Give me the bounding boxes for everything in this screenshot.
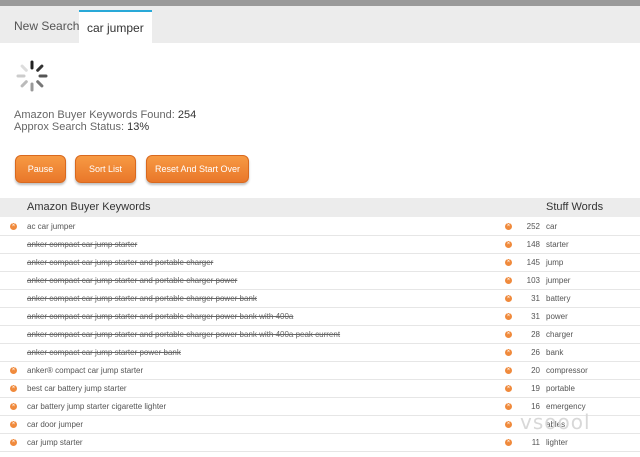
remove-word-icon[interactable]: × — [505, 295, 512, 302]
table-header: Amazon Buyer Keywords Stuff Words — [0, 198, 640, 217]
keyword-text[interactable]: car battery jump starter cigarette light… — [27, 398, 166, 415]
word-count: 145 — [526, 258, 540, 267]
word-count: 103 — [526, 276, 540, 285]
keyword-text[interactable]: anker compact car jump starter — [27, 236, 137, 253]
table-row: anker compact car jump starter × 148 starte… — [0, 236, 640, 254]
table-row: anker compact car jump starter and porta… — [0, 254, 640, 272]
stuff-word[interactable]: power — [546, 308, 568, 325]
search-status-label: Approx Search Status: — [14, 121, 125, 133]
keyword-text[interactable]: anker compact car jump starter and porta… — [27, 308, 293, 325]
remove-word-icon[interactable]: × — [505, 313, 512, 320]
stuff-word[interactable]: jump — [546, 254, 563, 271]
word-count: 19 — [531, 384, 540, 393]
keywords-column-header: Amazon Buyer Keywords — [27, 201, 151, 213]
word-count: 20 — [531, 366, 540, 375]
tab-car-jumper[interactable]: car jumper — [79, 10, 152, 43]
table-row: anker compact car jump starter and porta… — [0, 290, 640, 308]
word-count: 31 — [531, 294, 540, 303]
remove-keyword-icon[interactable]: × — [10, 403, 17, 410]
keywords-found-label: Amazon Buyer Keywords Found: — [14, 109, 175, 121]
sort-list-button[interactable]: Sort List — [75, 155, 136, 183]
stuff-word[interactable]: battery — [546, 290, 570, 307]
pause-button[interactable]: Pause — [15, 155, 66, 183]
table-row: anker compact car jump starter power ban… — [0, 344, 640, 362]
remove-word-icon[interactable]: × — [505, 277, 512, 284]
table-row: anker compact car jump starter and porta… — [0, 326, 640, 344]
search-status-value: 13% — [127, 121, 150, 133]
remove-keyword-icon[interactable]: × — [10, 439, 17, 446]
keyword-text[interactable]: car jump starter — [27, 434, 83, 451]
stuff-words-column-header: Stuff Words — [546, 201, 604, 213]
loading-spinner-icon — [16, 60, 48, 92]
tab-bar: New Search car jumper — [0, 6, 640, 43]
keyword-text[interactable]: ac car jumper — [27, 218, 75, 235]
word-count: 31 — [531, 312, 540, 321]
table-row: × ac car jumper × 252 car — [0, 218, 640, 236]
stuff-word[interactable]: portable — [546, 380, 575, 397]
remove-keyword-icon[interactable]: × — [10, 421, 17, 428]
word-count: 252 — [526, 222, 540, 231]
reset-button[interactable]: Reset And Start Over — [146, 155, 249, 183]
remove-keyword-icon[interactable]: × — [10, 223, 17, 230]
remove-word-icon[interactable]: × — [505, 259, 512, 266]
table-row: × anker® compact car jump starter × 20 compr… — [0, 362, 640, 380]
remove-word-icon[interactable]: × — [505, 403, 512, 410]
remove-word-icon[interactable]: × — [505, 439, 512, 446]
keyword-text[interactable]: anker compact car jump starter and porta… — [27, 326, 340, 343]
remove-word-icon[interactable]: × — [505, 421, 512, 428]
table-row: anker compact car jump starter and porta… — [0, 272, 640, 290]
stuff-word[interactable]: bank — [546, 344, 563, 361]
keyword-text[interactable]: anker® compact car jump starter — [27, 362, 143, 379]
remove-keyword-icon[interactable]: × — [10, 385, 17, 392]
table-row: × best car battery jump starter × 19 portabl… — [0, 380, 640, 398]
word-count: 11 — [531, 438, 540, 447]
watermark: vsoool — [520, 410, 591, 434]
table-row: × car jump starter × 11 lighter — [0, 434, 640, 452]
keyword-text[interactable]: best car battery jump starter — [27, 380, 127, 397]
remove-word-icon[interactable]: × — [505, 349, 512, 356]
remove-word-icon[interactable]: × — [505, 331, 512, 338]
keyword-text[interactable]: car door jumper — [27, 416, 83, 433]
word-count: 148 — [526, 240, 540, 249]
remove-word-icon[interactable]: × — [505, 241, 512, 248]
table-row: anker compact car jump starter and porta… — [0, 308, 640, 326]
stuff-word[interactable]: lighter — [546, 434, 568, 451]
remove-word-icon[interactable]: × — [505, 223, 512, 230]
word-count: 26 — [531, 348, 540, 357]
keyword-text[interactable]: anker compact car jump starter and porta… — [27, 254, 213, 271]
keyword-text[interactable]: anker compact car jump starter and porta… — [27, 290, 257, 307]
stuff-word[interactable]: charger — [546, 326, 573, 343]
search-status: Approx Search Status: 13% — [14, 121, 149, 133]
stuff-word[interactable]: jumper — [546, 272, 570, 289]
keywords-found-status: Amazon Buyer Keywords Found: 254 — [14, 109, 196, 121]
keyword-text[interactable]: anker compact car jump starter power ban… — [27, 344, 181, 361]
remove-word-icon[interactable]: × — [505, 385, 512, 392]
stuff-word[interactable]: starter — [546, 236, 569, 253]
stuff-word[interactable]: compressor — [546, 362, 588, 379]
word-count: 28 — [531, 330, 540, 339]
stuff-word[interactable]: car — [546, 218, 557, 235]
keywords-found-value: 254 — [177, 109, 197, 121]
remove-keyword-icon[interactable]: × — [10, 367, 17, 374]
tab-new-search[interactable]: New Search — [6, 10, 87, 43]
keyword-text[interactable]: anker compact car jump starter and porta… — [27, 272, 237, 289]
remove-word-icon[interactable]: × — [505, 367, 512, 374]
